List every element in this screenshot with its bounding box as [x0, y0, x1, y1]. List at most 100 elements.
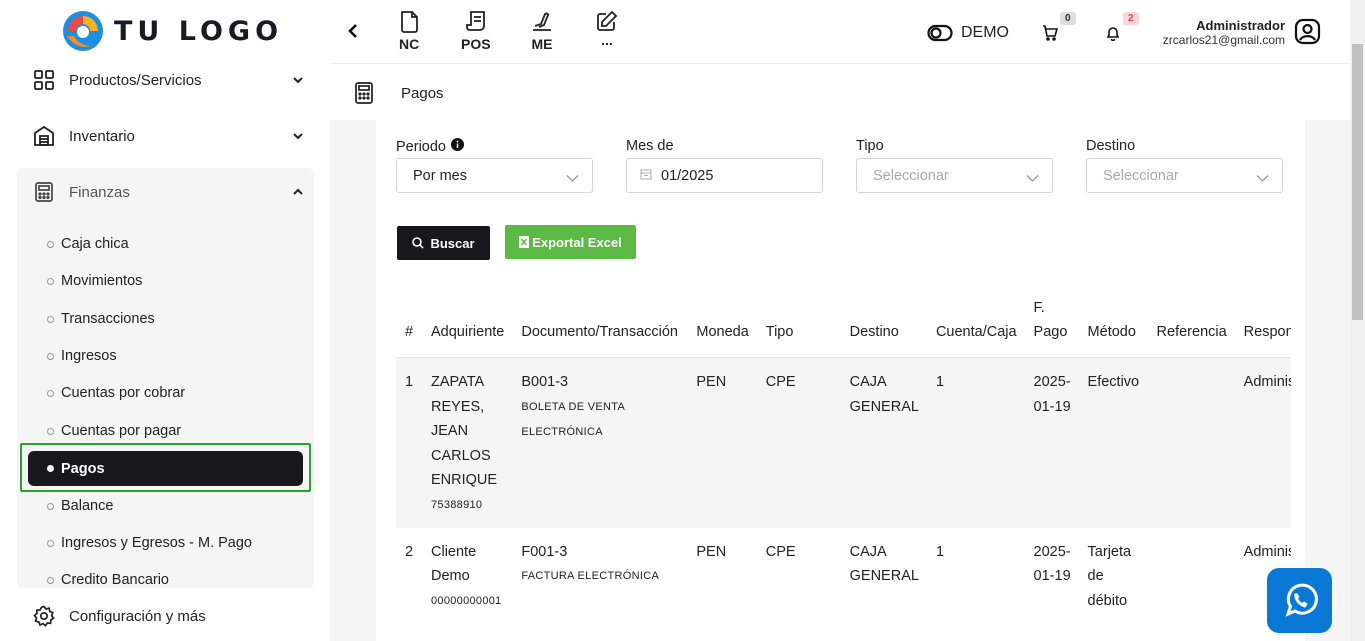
- cell-moneda: PEN: [687, 357, 757, 528]
- chevron-down-icon: [292, 73, 304, 90]
- sidebar-sub-cuentas-cobrar[interactable]: Cuentas por cobrar: [47, 383, 185, 403]
- cell-tipo: CPE: [765, 543, 796, 560]
- cart-icon[interactable]: [1042, 25, 1059, 46]
- cell-metodo: Efectivo: [1079, 624, 1148, 641]
- document-icon: [401, 11, 419, 33]
- whatsapp-button[interactable]: [1267, 568, 1332, 633]
- sidebar-item-configuracion[interactable]: Configuración y más: [33, 604, 313, 628]
- user-name: Administrador: [1196, 18, 1285, 33]
- shortcut-label: NC: [399, 36, 420, 52]
- calculator-icon: [33, 181, 55, 203]
- collapse-sidebar-icon[interactable]: [346, 23, 360, 44]
- sidebar-sub-ingresos-egresos[interactable]: Ingresos y Egresos - M. Pago: [47, 533, 252, 553]
- destino-label: Destino: [1086, 138, 1136, 154]
- sidebar-sub-caja-chica[interactable]: Caja chica: [47, 234, 129, 254]
- export-excel-button[interactable]: Exportal Excel: [505, 225, 636, 259]
- table-row[interactable]: 2 Cliente Demo 00000000001 F001-3 FACTURA …: [396, 528, 1291, 624]
- sub-item-label: Cuentas por cobrar: [61, 385, 186, 401]
- tipo-select[interactable]: Seleccionar: [856, 158, 1053, 193]
- chevron-down-icon: [292, 129, 304, 146]
- documento-number: F001-3: [521, 543, 568, 560]
- col-header-metodo: Método: [1078, 296, 1148, 358]
- cell-adquiriente: -: [422, 624, 512, 641]
- sidebar-sub-cuentas-pagar[interactable]: Cuentas por pagar: [47, 421, 181, 441]
- destino-select[interactable]: Seleccionar: [1086, 158, 1283, 193]
- documento-number: B001-3: [521, 374, 569, 390]
- bell-icon[interactable]: [1105, 25, 1121, 46]
- bullet-icon: [47, 315, 54, 323]
- table-header-row: # Adquiriente Documento/Transacción Mone…: [396, 296, 1291, 358]
- sidebar-item-label: Finanzas: [69, 183, 130, 201]
- mes-label: Mes de: [626, 138, 674, 154]
- cell-index: 3: [396, 624, 422, 641]
- cell-destino: CAJA GENERAL: [849, 543, 919, 585]
- user-email: zrcarlos21@gmail.com: [1162, 33, 1285, 47]
- info-icon[interactable]: [450, 138, 464, 155]
- tipo-placeholder: Seleccionar: [873, 167, 949, 184]
- sidebar-item-productos[interactable]: Productos/Servicios: [33, 68, 313, 92]
- bullet-icon: [47, 389, 54, 397]
- shortcut-label: ...: [601, 32, 613, 48]
- bullet-icon: [47, 352, 54, 360]
- demo-toggle[interactable]: DEMO: [927, 24, 1009, 42]
- table-row[interactable]: 1 ZAPATA REYES, JEAN CARLOS ENRIQUE 75388…: [396, 357, 1291, 528]
- sidebar-sub-ingresos[interactable]: Ingresos: [47, 346, 117, 366]
- pos-shortcut-button[interactable]: POS: [461, 10, 491, 52]
- nc-shortcut-button[interactable]: NC: [399, 10, 419, 52]
- search-button[interactable]: Buscar: [397, 226, 490, 260]
- mes-date-input[interactable]: 01/2025: [626, 158, 823, 193]
- cell-documento: B001-3 BOLETA DE VENTA ELECTRÓNICA: [512, 357, 688, 528]
- user-avatar-icon[interactable]: [1294, 18, 1321, 50]
- toggle-icon: [927, 24, 953, 42]
- mes-value: 01/2025: [661, 167, 714, 184]
- sidebar-sub-transacciones[interactable]: Transacciones: [47, 309, 155, 329]
- sub-item-label: Pagos: [61, 460, 105, 477]
- sub-item-label: Ingresos y Egresos - M. Pago: [61, 535, 252, 551]
- logo-mark-icon: [62, 10, 104, 52]
- sidebar-item-finanzas[interactable]: Finanzas: [33, 180, 313, 204]
- cell-cuenta: 1: [935, 543, 945, 560]
- chevron-up-icon: [292, 185, 304, 202]
- col-header-responsable: Respons: [1234, 296, 1291, 358]
- sidebar-item-inventario[interactable]: Inventario: [33, 124, 313, 148]
- sub-item-label: Credito Bancario: [61, 572, 169, 588]
- sidebar-item-label: Inventario: [69, 127, 135, 145]
- cell-moneda: PEN: [696, 543, 727, 560]
- documento-type: FACTURA ELECTRÓNICA: [521, 570, 660, 582]
- receipt-icon: [465, 11, 485, 31]
- shortcut-label: ME: [531, 36, 553, 52]
- gear-icon: [33, 605, 55, 627]
- table-row[interactable]: 3 - 1 PEN INGRESO CAJA 1 2025- Efectivo …: [396, 624, 1291, 641]
- col-header-moneda: Moneda: [687, 296, 757, 358]
- sidebar-sub-pagos[interactable]: Pagos: [28, 451, 303, 486]
- tipo-label: Tipo: [856, 138, 884, 154]
- col-header-fpago: F. Pago: [1024, 296, 1079, 358]
- more-shortcut-button[interactable]: ...: [596, 10, 618, 48]
- user-info[interactable]: Administrador zrcarlos21@gmail.com: [1163, 18, 1285, 47]
- cart-count-badge: 0: [1060, 12, 1076, 25]
- cell-metodo: Tarjeta de débito: [1087, 543, 1132, 609]
- sidebar-sub-movimientos[interactable]: Movimientos: [47, 271, 142, 291]
- sub-item-label: Balance: [61, 498, 114, 514]
- scrollbar-thumb[interactable]: [1352, 44, 1363, 320]
- cell-destino: CAJA: [841, 624, 927, 641]
- bullet-icon: [47, 539, 54, 547]
- periodo-select[interactable]: Por mes: [396, 158, 593, 193]
- cell-referencia: [1147, 357, 1235, 528]
- bullet-icon: [47, 427, 54, 435]
- whatsapp-icon: [1285, 583, 1318, 617]
- bullet-icon: [47, 576, 54, 584]
- adquiriente-doc: 00000000001: [431, 594, 502, 607]
- me-shortcut-button[interactable]: ME: [531, 10, 553, 52]
- adquiriente-name: Cliente Demo: [431, 543, 477, 585]
- cell-fpago: 2025-01-19: [1033, 543, 1071, 585]
- destino-placeholder: Seleccionar: [1103, 167, 1179, 184]
- sidebar-sub-credito-bancario[interactable]: Credito Bancario: [47, 570, 169, 590]
- cell-index: 1: [396, 357, 422, 528]
- logo-text: TU LOGO: [114, 15, 284, 47]
- bullet-icon: [47, 240, 54, 248]
- logo[interactable]: TU LOGO: [62, 9, 283, 53]
- sidebar-sub-balance[interactable]: Balance: [47, 496, 113, 516]
- grid-icon: [33, 69, 55, 91]
- signature-icon: [533, 12, 551, 31]
